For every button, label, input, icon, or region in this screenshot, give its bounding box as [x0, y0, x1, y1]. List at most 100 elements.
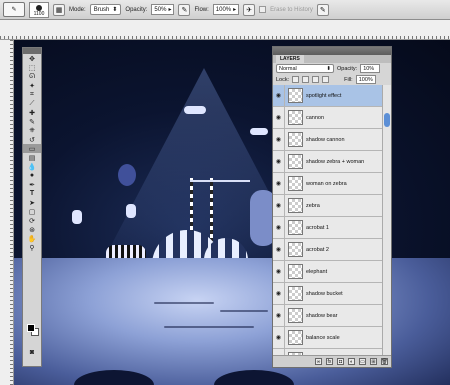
quick-mask-icon[interactable]: ◙ [23, 348, 41, 357]
airbrush-icon[interactable]: ✈ [243, 3, 256, 16]
eye-icon[interactable]: ◉ [273, 194, 285, 217]
layers-scroll-thumb[interactable] [384, 113, 390, 127]
type-tool-icon[interactable]: T [23, 189, 41, 198]
erase-history-checkbox[interactable] [259, 6, 267, 13]
layer-row[interactable]: ◉ acrobat 2 [273, 238, 383, 261]
layer-row[interactable]: ◉ elephant [273, 260, 383, 283]
vertical-ruler [0, 40, 14, 385]
mode-label: Mode: [69, 6, 86, 13]
layer-row[interactable]: ◉ acrobat 1 [273, 216, 383, 239]
history-brush-tool-icon[interactable]: ↺ [23, 135, 41, 144]
group-folder-icon[interactable]: ▭ [359, 358, 366, 365]
layer-thumbnail [288, 154, 303, 169]
layer-thumbnail [288, 308, 303, 323]
trash-icon[interactable]: 🗑 [381, 358, 388, 365]
pressure-opacity-icon[interactable]: ✎ [178, 3, 191, 16]
flow-label: Flow: [194, 6, 209, 13]
pen-tool-icon[interactable]: ✒ [23, 180, 41, 189]
3d-orbit-tool-icon[interactable]: ⊛ [23, 225, 41, 234]
layer-row[interactable]: ◉ shadow zebra + woman [273, 150, 383, 173]
opacity-label: Opacity: [125, 6, 148, 13]
lock-label: Lock: [276, 76, 290, 83]
blur-tool-icon[interactable]: 💧 [23, 162, 41, 171]
lock-pixels-icon[interactable] [302, 76, 310, 83]
layer-row[interactable]: ◉ woman on zebra [273, 172, 383, 195]
path-selection-tool-icon[interactable]: ➤ [23, 198, 41, 207]
layer-row[interactable]: ◉ spotlight effect [273, 85, 383, 107]
gradient-tool-icon[interactable]: ▤ [23, 153, 41, 162]
eye-icon[interactable]: ◉ [273, 304, 285, 327]
lock-position-icon[interactable] [312, 76, 320, 83]
eye-icon[interactable]: ◉ [273, 282, 285, 305]
add-mask-icon[interactable]: ◘ [337, 358, 344, 365]
layers-panel-titlebar[interactable] [273, 47, 391, 55]
layer-name: acrobat 1 [306, 224, 329, 231]
shape-tool-icon[interactable]: ▢ [23, 207, 41, 216]
healing-brush-tool-icon[interactable]: ✚ [23, 108, 41, 117]
fill-value: 100% [358, 76, 373, 83]
brush-panel-toggle-icon[interactable]: ▦ [53, 3, 65, 16]
marquee-tool-icon[interactable]: ⬚ [23, 63, 41, 72]
eye-icon[interactable]: ◉ [273, 238, 285, 261]
layer-row[interactable]: ◉ zebra [273, 194, 383, 217]
eye-icon[interactable]: ◉ [273, 326, 285, 349]
performer-figure [126, 204, 136, 218]
mode-select[interactable]: Brush ⬍ [89, 4, 122, 15]
pressure-size-icon[interactable]: ✎ [316, 3, 329, 16]
eye-icon[interactable]: ◉ [273, 128, 285, 151]
eye-icon[interactable]: ◉ [273, 85, 285, 107]
quick-select-tool-icon[interactable]: ✦ [23, 81, 41, 90]
link-layers-icon[interactable]: ∞ [315, 358, 322, 365]
layer-name: woman on zebra [306, 180, 347, 187]
layer-style-icon[interactable]: fx [326, 358, 333, 365]
layer-row[interactable]: ◉ cannon [273, 106, 383, 129]
foreground-color-swatch[interactable] [27, 324, 35, 332]
layer-name: elephant [306, 268, 328, 275]
layer-row[interactable]: ◉ shadow cannon [273, 128, 383, 151]
eraser-tool-icon[interactable]: ▭ [23, 144, 41, 153]
eye-icon[interactable]: ◉ [273, 172, 285, 195]
eye-icon[interactable]: ◉ [273, 216, 285, 239]
blend-opacity-row: Normal ⬍ Opacity: 10% [273, 63, 391, 74]
brush-preset-picker[interactable]: 1100 [29, 1, 49, 18]
chevron-down-icon: ⬍ [112, 7, 118, 13]
layer-name: acrobat 2 [306, 246, 329, 253]
balloon-shape [118, 164, 136, 186]
flow-input[interactable]: 100% ▸ [212, 4, 240, 15]
clone-stamp-tool-icon[interactable]: ⎈ [23, 126, 41, 135]
layers-scrollbar[interactable] [382, 85, 391, 355]
layer-thumbnail [288, 88, 303, 103]
layer-opacity-value: 10% [363, 65, 375, 72]
blend-mode-select[interactable]: Normal ⬍ [276, 64, 334, 73]
options-bar: ✎ 1100 ▦ Mode: Brush ⬍ Opacity: 50% ▸ ✎ … [0, 0, 450, 20]
hand-tool-icon[interactable]: ✋ [23, 234, 41, 243]
adjustment-layer-icon[interactable]: ◐ [348, 358, 355, 365]
lock-all-icon[interactable] [322, 76, 330, 83]
3d-rotate-tool-icon[interactable]: ⟳ [23, 216, 41, 225]
layer-row[interactable]: ◉ shadow bear [273, 304, 383, 327]
crop-tool-icon[interactable]: ⌗ [23, 90, 41, 99]
lasso-tool-icon[interactable]: ᘏ [23, 72, 41, 81]
layer-opacity-input[interactable]: 10% [360, 64, 381, 73]
eyedropper-tool-icon[interactable]: ⟋ [23, 99, 41, 108]
brush-tool-icon[interactable]: ✎ [23, 117, 41, 126]
move-tool-icon[interactable]: ✥ [23, 54, 41, 63]
fill-input[interactable]: 100% [355, 75, 376, 84]
acrobat-figure [184, 106, 206, 114]
layer-row[interactable]: ◉ shadow bucket [273, 282, 383, 305]
lock-fill-row: Lock: Fill: 100% [273, 74, 391, 85]
layer-thumbnail [288, 330, 303, 345]
layer-thumbnail [288, 264, 303, 279]
zoom-tool-icon[interactable]: ⚲ [23, 243, 41, 252]
layer-row[interactable]: ◉ balance scale [273, 326, 383, 349]
new-layer-icon[interactable]: ⊞ [370, 358, 377, 365]
eye-icon[interactable]: ◉ [273, 150, 285, 173]
tab-layers[interactable]: LAYERS [276, 55, 304, 63]
opacity-input[interactable]: 50% ▸ [151, 4, 175, 15]
eye-icon[interactable]: ◉ [273, 106, 285, 129]
lock-transparency-icon[interactable] [292, 76, 300, 83]
dodge-tool-icon[interactable]: ● [23, 171, 41, 180]
horizontal-ruler [0, 20, 450, 40]
eye-icon[interactable]: ◉ [273, 260, 285, 283]
tool-preset-picker[interactable]: ✎ [3, 2, 25, 17]
